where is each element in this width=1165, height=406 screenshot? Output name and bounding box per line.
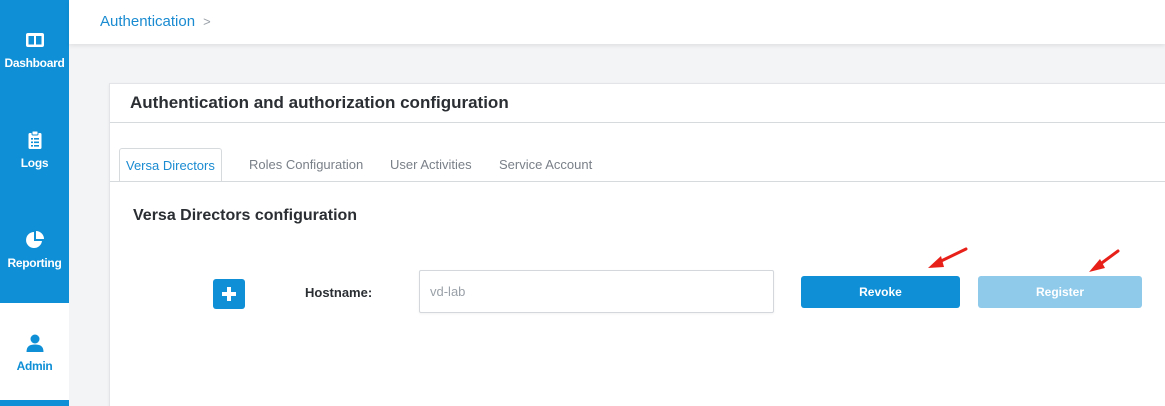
clipboard-icon bbox=[28, 130, 41, 149]
card-title: Authentication and authorization configu… bbox=[130, 93, 509, 112]
hostname-input[interactable] bbox=[419, 270, 774, 313]
user-icon bbox=[26, 334, 43, 352]
annotation-arrow-revoke-icon bbox=[928, 247, 968, 268]
sidebar-item-admin[interactable]: Admin bbox=[0, 303, 69, 403]
sidebar-item-reporting[interactable]: Reporting bbox=[0, 200, 69, 300]
breadcrumb-bar: Authentication > bbox=[69, 0, 1165, 44]
breadcrumb-separator: > bbox=[203, 14, 211, 29]
card-divider bbox=[110, 122, 1165, 123]
auth-config-card: Authentication and authorization configu… bbox=[109, 83, 1165, 406]
sidebar-item-dashboard[interactable]: Dashboard bbox=[0, 0, 69, 100]
sidebar-item-logs[interactable]: Logs bbox=[0, 100, 69, 200]
register-button[interactable]: Register bbox=[978, 276, 1142, 308]
tabs-divider bbox=[110, 181, 1165, 182]
revoke-button[interactable]: Revoke bbox=[801, 276, 960, 308]
sidebar-item-label: Logs bbox=[20, 156, 49, 170]
section-title: Versa Directors configuration bbox=[133, 207, 358, 224]
hostname-label: Hostname: bbox=[305, 285, 373, 300]
add-director-button[interactable] bbox=[213, 279, 245, 309]
sidebar-item-label: Dashboard bbox=[4, 56, 65, 70]
tab-roles-configuration[interactable]: Roles Configuration bbox=[243, 148, 369, 182]
pie-chart-icon bbox=[25, 231, 44, 248]
tab-versa-directors[interactable]: Versa Directors bbox=[119, 148, 222, 182]
sidebar-item-label: Reporting bbox=[7, 256, 62, 270]
annotation-arrow-register-icon bbox=[1089, 249, 1120, 272]
breadcrumb: Authentication > bbox=[100, 13, 211, 30]
tab-service-account[interactable]: Service Account bbox=[493, 148, 598, 182]
sidebar: Dashboard Logs Reporting Admin bbox=[0, 0, 69, 406]
breadcrumb-link-authentication[interactable]: Authentication bbox=[100, 13, 195, 30]
sidebar-item-label: Admin bbox=[16, 359, 53, 373]
plus-icon bbox=[222, 287, 236, 301]
tab-user-activities[interactable]: User Activities bbox=[384, 148, 478, 182]
dashboard-icon bbox=[25, 33, 44, 47]
